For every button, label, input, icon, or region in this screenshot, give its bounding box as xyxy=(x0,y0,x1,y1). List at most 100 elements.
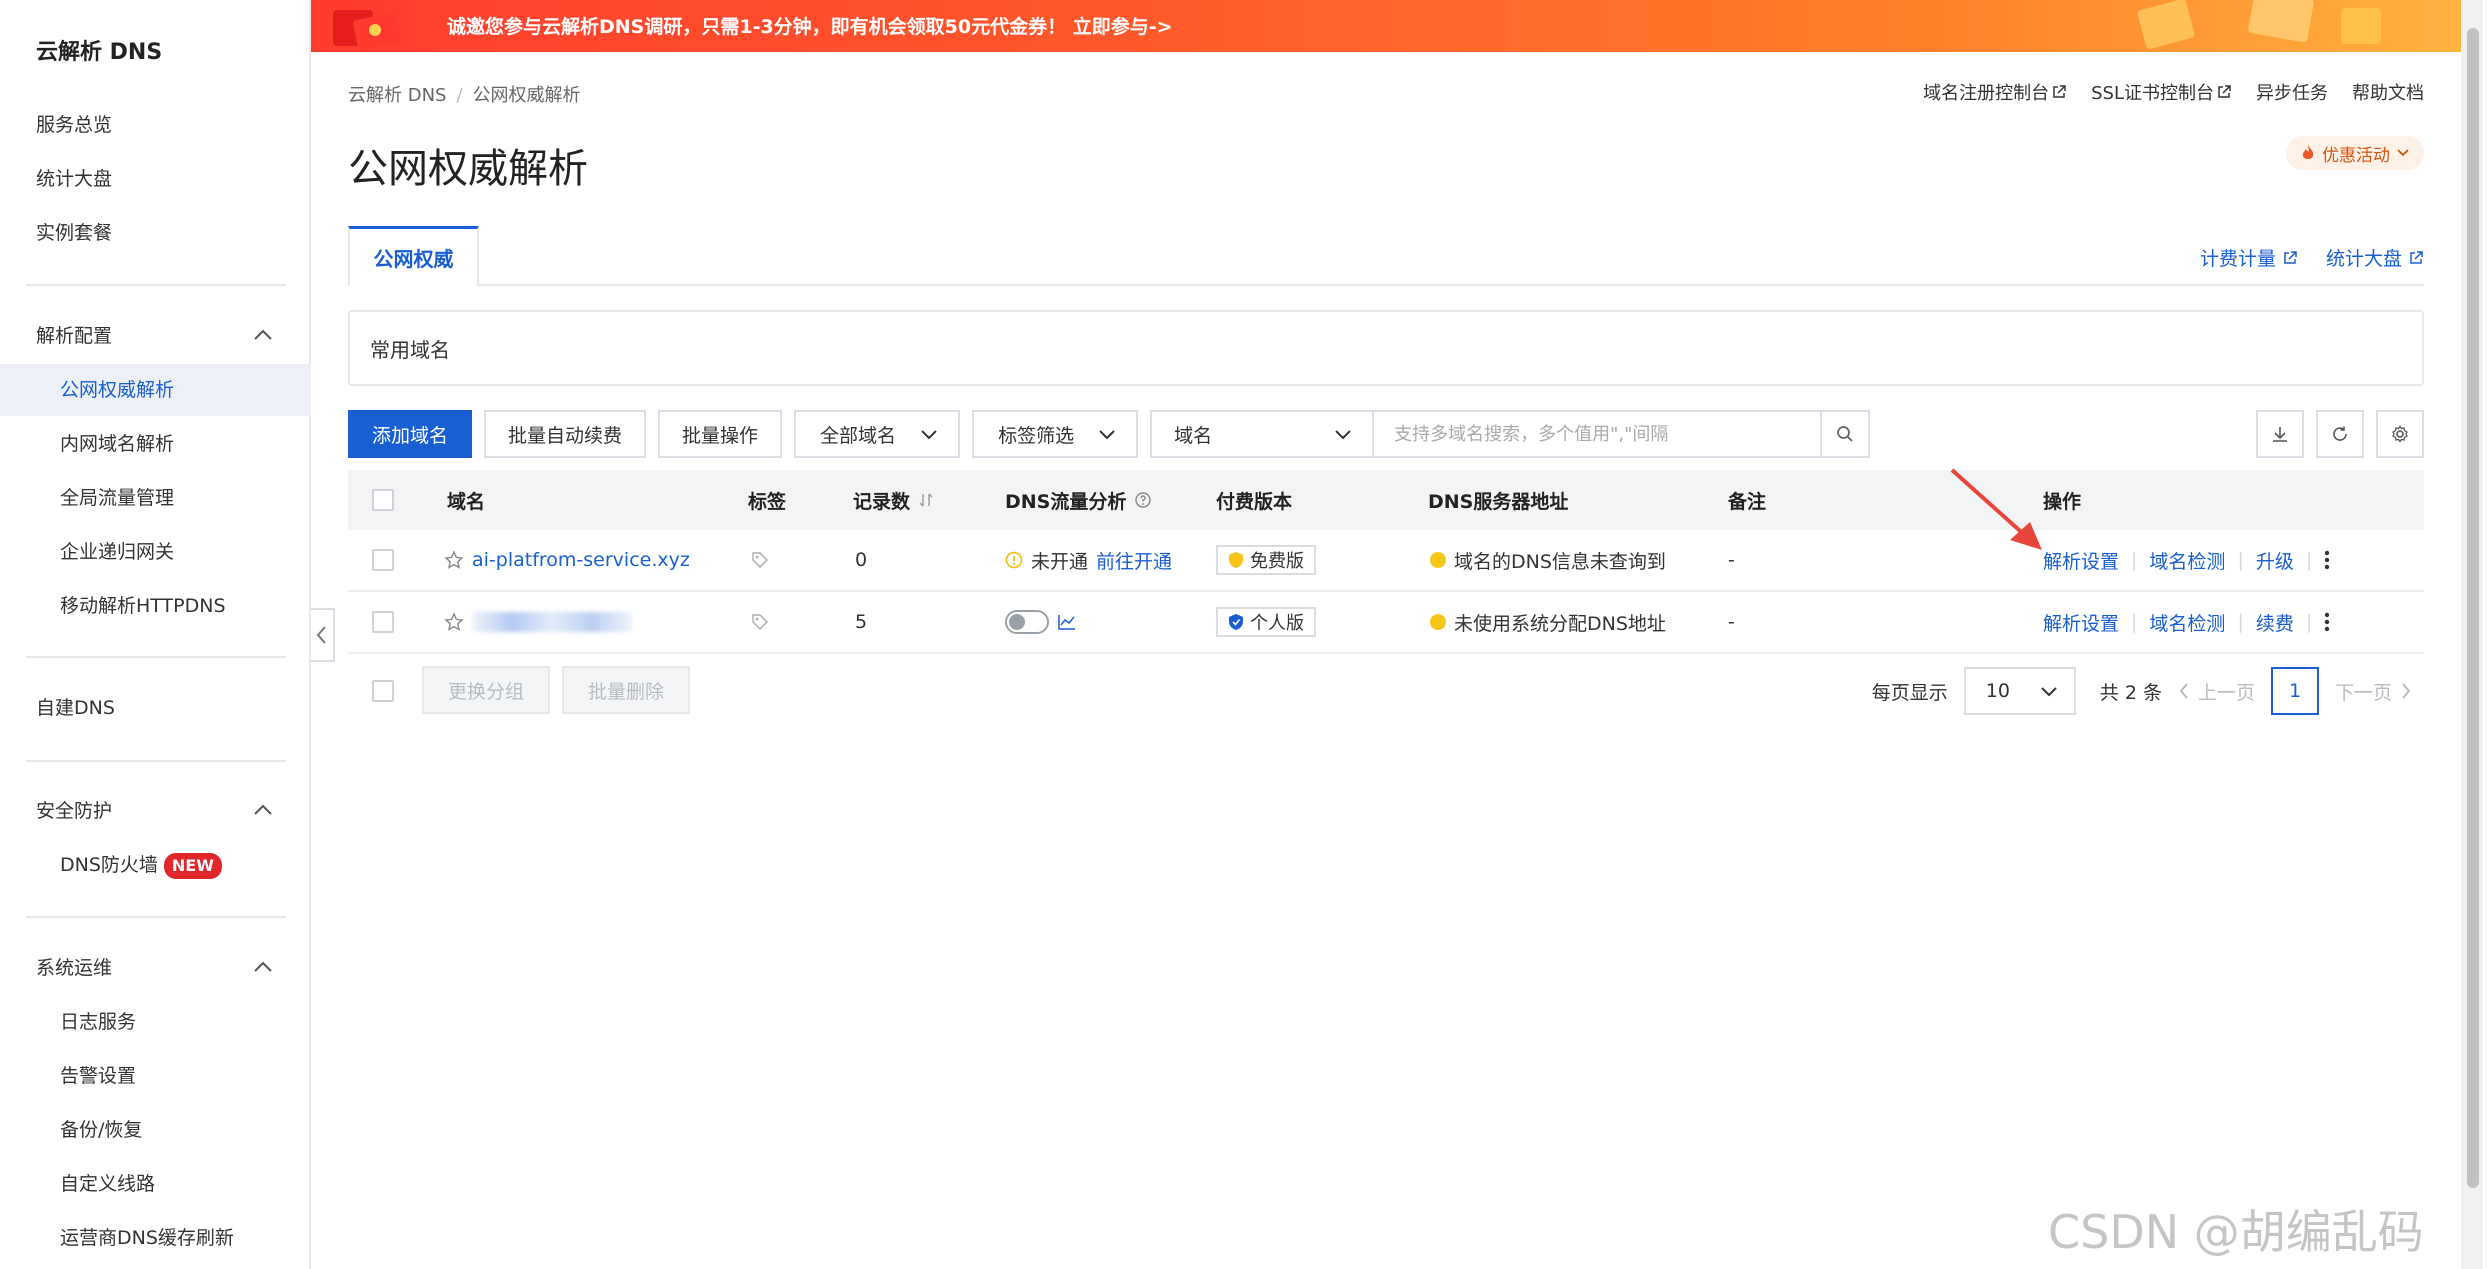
sidebar-item-overview[interactable]: 服务总览 xyxy=(36,109,112,141)
sidebar-item-logs[interactable]: 日志服务 xyxy=(60,1006,136,1038)
tab-public-authority[interactable]: 公网权威 xyxy=(348,226,479,286)
frequent-domains-panel: 常用域名 xyxy=(348,310,2424,386)
row-checkbox[interactable] xyxy=(372,549,394,571)
sidebar-item-gtm[interactable]: 全局流量管理 xyxy=(60,482,174,514)
tag-icon[interactable] xyxy=(750,612,770,632)
sidebar-item-cache-refresh[interactable]: 运营商DNS缓存刷新 xyxy=(60,1222,234,1254)
sidebar-item-recursive-gateway[interactable]: 企业递归网关 xyxy=(60,536,174,568)
chevron-up-icon[interactable] xyxy=(252,799,274,821)
search-type-select[interactable]: 域名 xyxy=(1150,410,1375,458)
tag-icon[interactable] xyxy=(750,550,770,570)
sidebar-item-stats[interactable]: 统计大盘 xyxy=(36,163,112,195)
col-records-label: 记录数 xyxy=(853,490,911,513)
scrollbar-thumb[interactable] xyxy=(2467,28,2479,1188)
domain-check-link[interactable]: 域名检测 xyxy=(2149,547,2225,574)
chevron-down-icon xyxy=(2397,149,2409,157)
upgrade-link[interactable]: 升级 xyxy=(2256,547,2294,574)
tag-filter-select[interactable]: 标签筛选 xyxy=(972,410,1139,458)
sidebar-divider xyxy=(26,656,286,658)
select-all-checkbox[interactable] xyxy=(372,489,394,511)
col-tag: 标签 xyxy=(748,490,787,513)
resolve-settings-link[interactable]: 解析设置 xyxy=(2043,547,2119,574)
link-async-tasks[interactable]: 异步任务 xyxy=(2256,79,2328,105)
search-input[interactable] xyxy=(1374,410,1823,458)
refresh-button[interactable] xyxy=(2316,410,2364,458)
promo-dropdown[interactable]: 优惠活动 xyxy=(2286,136,2424,170)
sidebar-item-instances[interactable]: 实例套餐 xyxy=(36,217,112,249)
table-row: 5 个人版 未使用系统分配DNS地址 - 解析设置 | 域名检测 | 续费 | xyxy=(348,592,2424,654)
sidebar-item-private-dns[interactable]: 内网域名解析 xyxy=(60,428,174,460)
sidebar-group-ops[interactable]: 系统运维 xyxy=(36,952,112,984)
chart-icon[interactable] xyxy=(1057,613,1077,631)
domain-check-link[interactable]: 域名检测 xyxy=(2149,609,2225,636)
chevron-left-icon xyxy=(2179,683,2188,699)
dns-analysis-toggle[interactable] xyxy=(1005,610,1049,634)
chevron-down-icon xyxy=(1335,430,1351,440)
download-button[interactable] xyxy=(2256,410,2304,458)
sidebar-group-security[interactable]: 安全防护 xyxy=(36,795,112,827)
star-icon[interactable] xyxy=(444,550,464,570)
link-stats-dashboard[interactable]: 统计大盘 xyxy=(2326,244,2424,271)
sidebar-title: 云解析 DNS xyxy=(36,40,163,65)
batch-renew-button[interactable]: 批量自动续费 xyxy=(484,410,647,458)
table-header: 域名 标签 记录数 DNS流量分析 付费版本 DNS服务器地址 备注 操作 xyxy=(348,470,2424,530)
settings-button[interactable] xyxy=(2376,410,2424,458)
batch-operation-button[interactable]: 批量操作 xyxy=(658,410,783,458)
chevron-up-icon[interactable] xyxy=(252,956,274,978)
table-footer: 更换分组 批量删除 每页显示 10 共 2 条 上一页 1 下一页 xyxy=(348,666,2424,716)
tab-underline xyxy=(348,284,2424,286)
search-group: 域名 xyxy=(1150,410,1871,458)
sidebar-item-self-dns[interactable]: 自建DNS xyxy=(36,692,115,724)
breadcrumb: 云解析 DNS / 公网权威解析 xyxy=(348,85,581,106)
sidebar-item-custom-lines[interactable]: 自定义线路 xyxy=(60,1168,155,1200)
search-button[interactable] xyxy=(1822,410,1871,458)
version-tag: 免费版 xyxy=(1216,545,1316,575)
pagination: 每页显示 10 共 2 条 上一页 1 下一页 xyxy=(1872,666,2412,716)
remark: - xyxy=(1728,549,1735,571)
more-icon[interactable] xyxy=(2324,550,2330,570)
batch-delete-button[interactable]: 批量删除 xyxy=(562,666,691,714)
col-actions: 操作 xyxy=(2043,490,2082,513)
promo-label: 优惠活动 xyxy=(2322,145,2390,166)
page-size-select[interactable]: 10 xyxy=(1963,667,2076,715)
chevron-down-icon xyxy=(2041,687,2057,697)
link-domain-console[interactable]: 域名注册控制台 xyxy=(1923,79,2067,105)
dns-analysis-status: 未开通 xyxy=(1031,550,1089,573)
survey-banner[interactable]: 诚邀您参与云解析DNS调研，只需1-3分钟，即有机会领取50元代金券！ 立即参与… xyxy=(311,0,2461,52)
row-checkbox[interactable] xyxy=(372,611,394,633)
all-domains-label: 全部域名 xyxy=(820,424,897,447)
link-billing[interactable]: 计费计量 xyxy=(2200,244,2298,271)
page-1-button[interactable]: 1 xyxy=(2270,667,2319,715)
next-page-button[interactable]: 下一页 xyxy=(2335,678,2412,705)
shield-icon xyxy=(1229,614,1243,630)
table-tools xyxy=(2256,410,2424,458)
renew-link[interactable]: 续费 xyxy=(2256,609,2294,636)
banner-text[interactable]: 诚邀您参与云解析DNS调研，只需1-3分钟，即有机会领取50元代金券！ 立即参与… xyxy=(447,12,1173,39)
sidebar-item-dns-firewall[interactable]: DNS防火墙 NEW xyxy=(60,849,222,881)
sidebar-item-backup[interactable]: 备份/恢复 xyxy=(60,1114,142,1146)
add-domain-button[interactable]: 添加域名 xyxy=(348,410,473,458)
link-help-docs[interactable]: 帮助文档 xyxy=(2352,79,2424,105)
enable-dns-analysis-link[interactable]: 前往开通 xyxy=(1096,547,1172,574)
sidebar-item-public-dns[interactable]: 公网权威解析 xyxy=(0,364,311,416)
link-ssl-console[interactable]: SSL证书控制台 xyxy=(2091,79,2232,105)
all-domains-select[interactable]: 全部域名 xyxy=(794,410,961,458)
sort-icon xyxy=(919,493,933,507)
resolve-settings-link[interactable]: 解析设置 xyxy=(2043,609,2119,636)
footer-select-all-checkbox[interactable] xyxy=(372,680,394,702)
prev-page-button[interactable]: 上一页 xyxy=(2178,678,2255,705)
domain-link[interactable]: ai-platfrom-service.xyz xyxy=(472,549,690,571)
sidebar-item-alerts[interactable]: 告警设置 xyxy=(60,1060,136,1092)
download-icon xyxy=(2273,427,2287,442)
breadcrumb-item-dns[interactable]: 云解析 DNS xyxy=(348,85,446,106)
col-records[interactable]: 记录数 xyxy=(853,487,934,514)
sidebar-item-httpdns[interactable]: 移动解析HTTPDNS xyxy=(60,590,226,622)
help-icon[interactable] xyxy=(1134,491,1152,509)
sidebar-group-resolve[interactable]: 解析配置 xyxy=(36,320,112,352)
domain-link-blurred[interactable] xyxy=(472,612,632,632)
more-icon[interactable] xyxy=(2324,612,2330,632)
chevron-up-icon[interactable] xyxy=(252,324,274,346)
star-icon[interactable] xyxy=(444,612,464,632)
change-group-button[interactable]: 更换分组 xyxy=(422,666,551,714)
table-row: ai-platfrom-service.xyz 0 未开通 前往开通 免费版 域… xyxy=(348,530,2424,592)
